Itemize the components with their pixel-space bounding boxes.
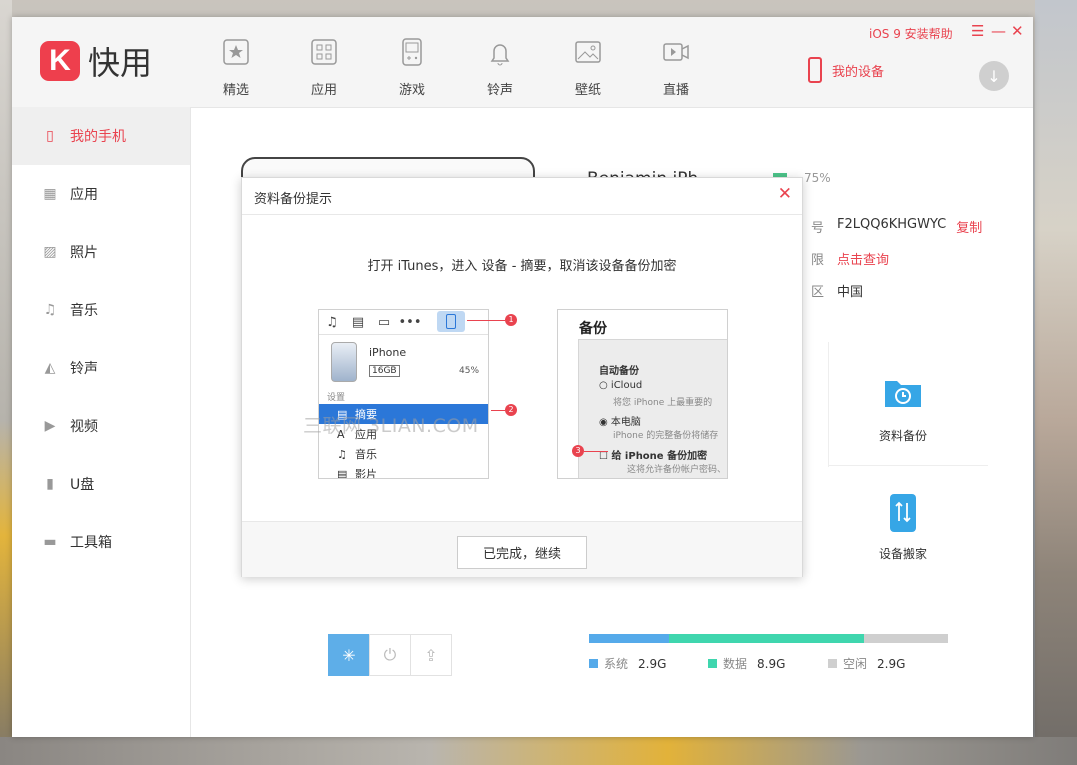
step-3-leader [584, 451, 608, 452]
radio-icon: ○ [599, 380, 608, 391]
step-badge-2: 2 [505, 404, 517, 416]
itunes-row-label: 影片 [355, 468, 377, 479]
music-icon: ♫ [326, 314, 338, 330]
local-option-label: 本电脑 [610, 417, 641, 428]
film-icon: ▤ [351, 314, 365, 330]
dialog-footer: 已完成，继续 [242, 521, 802, 577]
music-icon: ♫ [337, 447, 347, 461]
icloud-option-label: iCloud [610, 380, 643, 391]
encrypt-description: 这将允许备份帐户密码、 [627, 465, 727, 475]
step-1-leader [467, 320, 505, 321]
icloud-description: 将您 iPhone 上最重要的 [613, 398, 713, 408]
dialog-instruction: 打开 iTunes，进入 设备 - 摘要，取消该设备备份加密 [367, 259, 677, 274]
itunes-device-name: iPhone [369, 346, 407, 359]
dialog-title: 资料备份提示 [254, 192, 333, 207]
icloud-option: ○ iCloud [599, 380, 642, 391]
itunes-capacity: 16GB [369, 365, 400, 377]
more-icon: ••• [398, 314, 422, 330]
local-description: iPhone 的完整备份将储存 [613, 431, 719, 441]
dialog-divider [242, 214, 802, 215]
backup-tip-dialog: 资料备份提示 ✕ 打开 iTunes，进入 设备 - 摘要，取消该设备备份加密 … [241, 177, 803, 577]
iphone-image [331, 342, 357, 382]
film-icon: ▤ [337, 467, 348, 479]
checkbox-icon: ☐ [599, 451, 608, 462]
watermark: 三联网 3LIAN.COM [303, 415, 479, 437]
modal-layer: 资料备份提示 ✕ 打开 iTunes，进入 设备 - 摘要，取消该设备备份加密 … [0, 0, 1077, 765]
close-icon[interactable]: ✕ [778, 184, 792, 204]
step-2-leader [491, 410, 505, 411]
itunes-battery: 45% [459, 366, 480, 376]
backup-options: 自动备份 ○ iCloud 将您 iPhone 上最重要的 ◉ 本电脑 iPho… [578, 339, 727, 478]
tv-icon: ▭ [377, 314, 391, 330]
itunes-row-music: ♫ 音乐 [319, 444, 488, 464]
done-continue-button[interactable]: 已完成，继续 [457, 536, 587, 569]
step-badge-1: 1 [505, 314, 517, 326]
itunes-screenshot: ♫ ▤ ▭ ••• iPhone 16GB 45% 设置 ▤ 摘要 A 应用 ♫ [318, 309, 489, 479]
itunes-row-label: 音乐 [355, 448, 377, 461]
auto-backup-label: 自动备份 [599, 366, 639, 377]
step-badge-3: 3 [572, 445, 584, 457]
backup-title: 备份 [579, 321, 607, 337]
itunes-section-label: 设置 [327, 393, 346, 403]
local-option: ◉ 本电脑 [599, 413, 641, 428]
itunes-device-icon [437, 311, 465, 332]
encrypt-option-label: 给 iPhone 备份加密 [611, 451, 708, 462]
itunes-row-movies: ▤ 影片 [319, 464, 488, 479]
encrypt-option: ☐ 给 iPhone 备份加密 [599, 447, 707, 462]
radio-selected-icon: ◉ [599, 417, 608, 428]
